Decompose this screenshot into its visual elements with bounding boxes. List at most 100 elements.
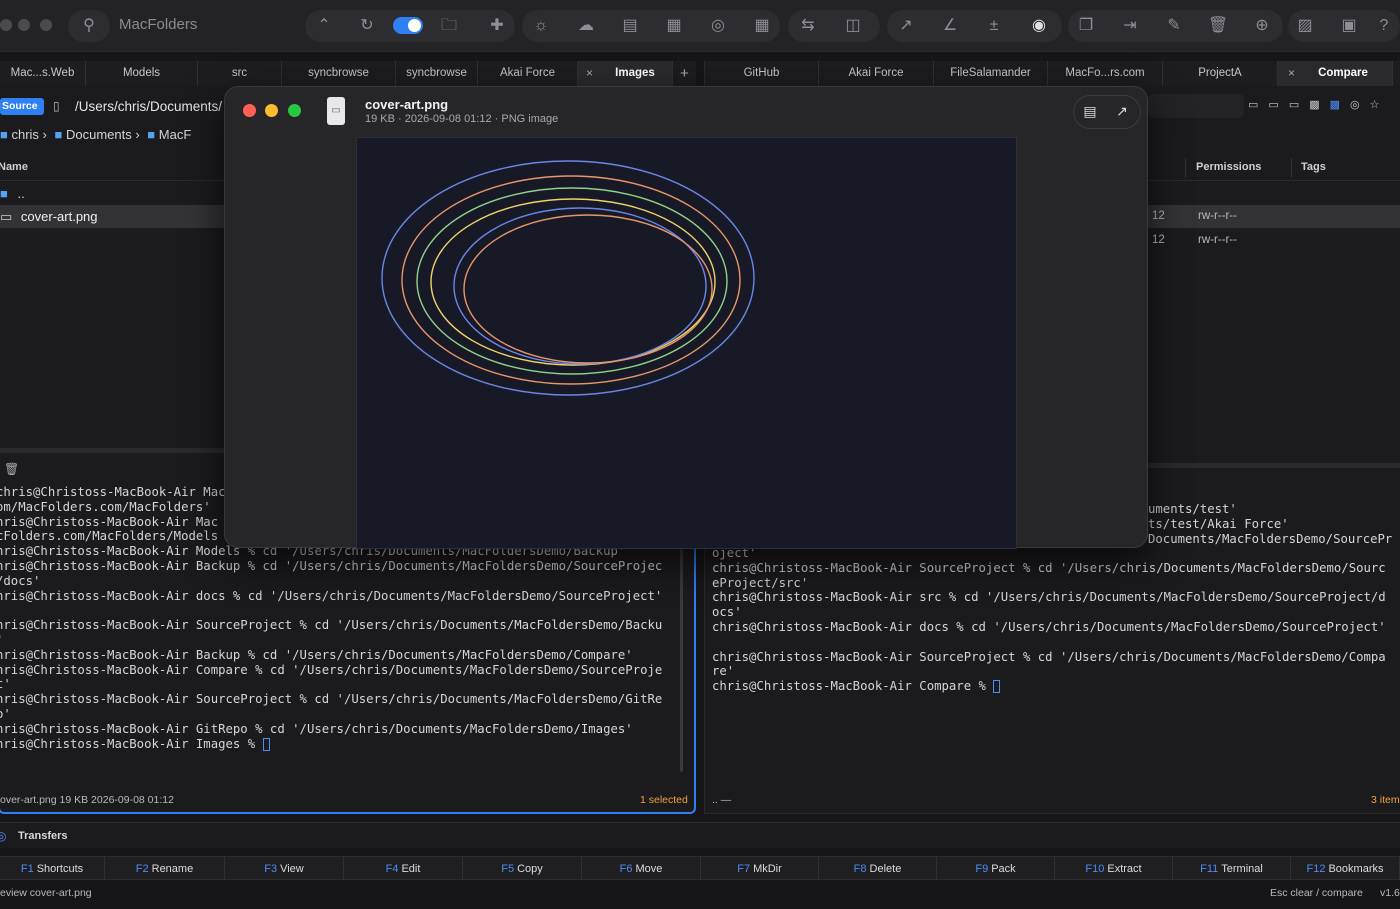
table-icon[interactable]: ▦ <box>748 12 776 40</box>
app-title: MacFolders <box>119 16 198 33</box>
star-icon[interactable]: ☆ <box>1370 99 1390 111</box>
zip-icon[interactable]: ▨ <box>1291 12 1319 40</box>
right-path-field[interactable] <box>1148 94 1244 118</box>
right-terminal-body[interactable]: oject' chris@Christoss-MacBook-Air Sourc… <box>712 546 1400 702</box>
terminal-icon[interactable]: ▭ <box>1289 99 1309 111</box>
edit-icon[interactable]: ∠ <box>936 12 964 40</box>
up-icon[interactable]: ⌃ <box>310 12 338 40</box>
refresh-icon[interactable]: ↻ <box>353 12 381 40</box>
column-permissions-header[interactable]: Permissions <box>1196 161 1261 173</box>
fkey-code: F5 <box>501 863 515 875</box>
tab-github[interactable]: GitHub <box>705 61 819 86</box>
tab-akai-force[interactable]: Akai Force <box>478 61 578 86</box>
add-tab-icon[interactable]: + <box>680 61 689 86</box>
tab-filesalamander[interactable]: FileSalamander <box>934 61 1048 86</box>
fkey-rename[interactable]: F2 Rename <box>105 857 225 881</box>
tab-macfolders-com[interactable]: MacFo...rs.com <box>1048 61 1163 86</box>
window-zoom-button[interactable] <box>40 19 52 31</box>
bookmark-icon[interactable]: ▯ <box>53 99 60 113</box>
ql-minimize-button[interactable] <box>265 104 278 117</box>
folder-icon[interactable]: ▭ <box>1248 99 1268 111</box>
column-divider <box>1185 158 1186 178</box>
status-preview-text: eview cover-art.png <box>0 887 92 899</box>
tab-akai-force[interactable]: Akai Force <box>819 61 934 86</box>
open-external-icon[interactable]: ↗ <box>892 12 920 40</box>
tab-macweb[interactable]: Mac...s.Web <box>0 61 86 86</box>
move-icon[interactable]: ⇥ <box>1116 12 1144 40</box>
fkey-delete[interactable]: F8 Delete <box>819 857 937 881</box>
column-tags-header[interactable]: Tags <box>1301 161 1326 173</box>
image-preview <box>356 137 1017 549</box>
cloud-icon[interactable]: ☁ <box>572 12 600 40</box>
document-icon[interactable]: ▤ <box>616 12 644 40</box>
sync-icon[interactable]: ◎ <box>704 12 732 40</box>
terminal-output: uments/test' ts/test/Akai Force' Documen… <box>1148 502 1393 546</box>
fkey-copy[interactable]: F5 Copy <box>463 857 582 881</box>
splitter[interactable] <box>0 448 224 453</box>
transfers-bar[interactable]: ◎ Transfers <box>0 822 1400 848</box>
new-folder-icon[interactable]: ✚ <box>483 12 511 40</box>
tab-projecta[interactable]: ProjectA <box>1163 61 1278 86</box>
tab-syncbrowse-2[interactable]: syncbrowse <box>396 61 478 86</box>
fkey-pack[interactable]: F9 Pack <box>937 857 1055 881</box>
eye-icon[interactable]: ◉ <box>1025 12 1053 40</box>
tab-src[interactable]: src <box>198 61 282 86</box>
list-item-cover-art[interactable]: ▭ cover-art.png <box>0 205 224 228</box>
breadcrumb-chris[interactable]: chris <box>11 127 38 142</box>
folder-icon[interactable]: 🗀 <box>435 12 463 40</box>
ql-close-button[interactable] <box>243 104 256 117</box>
search-icon[interactable]: ⚲ <box>75 12 103 40</box>
copy-icon[interactable]: ❐ <box>1072 12 1100 40</box>
globe-icon[interactable]: ☼ <box>527 12 555 40</box>
open-with-preview-icon[interactable]: ▤ <box>1077 99 1103 125</box>
path-field[interactable]: /Users/chris/Documents/ <box>75 99 222 114</box>
fkey-extract[interactable]: F10 Extract <box>1055 857 1173 881</box>
fkey-view[interactable]: F3 View <box>225 857 344 881</box>
breadcrumb: ■ chris › ■ Documents › ■ MacF <box>0 127 192 142</box>
fkey-move[interactable]: F6 Move <box>582 857 701 881</box>
fkey-bookmarks[interactable]: F12 Bookmarks <box>1291 857 1400 881</box>
trash-icon[interactable]: 🗑 <box>4 462 19 476</box>
tab-compare[interactable]: × Compare <box>1278 61 1393 86</box>
fkey-terminal[interactable]: F11 Terminal <box>1173 857 1291 881</box>
list-item-parent[interactable]: ■ .. <box>0 186 25 201</box>
fkey-code: F1 <box>20 863 34 875</box>
ql-zoom-button[interactable] <box>288 104 301 117</box>
new-folder-icon[interactable]: ▭ <box>1268 99 1288 111</box>
rename-icon[interactable]: ✎ <box>1160 12 1188 40</box>
fkey-code: F6 <box>619 863 633 875</box>
table-row[interactable] <box>1148 205 1400 228</box>
diff-icon[interactable]: ± <box>980 12 1008 40</box>
tab-models[interactable]: Models <box>86 61 198 86</box>
tab-syncbrowse-1[interactable]: syncbrowse <box>282 61 396 86</box>
split-view-icon[interactable]: ◫ <box>839 12 867 40</box>
mail-icon[interactable]: ▩ <box>1309 99 1329 111</box>
fkey-mkdir[interactable]: F7 MkDir <box>701 857 819 881</box>
hidden-files-toggle[interactable] <box>393 17 423 34</box>
column-name-header[interactable]: Name <box>0 161 28 173</box>
fkey-code: F3 <box>264 863 278 875</box>
window-close-button[interactable] <box>0 19 12 31</box>
finder-icon[interactable]: ▩ <box>1330 99 1350 111</box>
swap-icon[interactable]: ⇆ <box>794 12 822 40</box>
fkey-shortcuts[interactable]: F1 Shortcuts <box>0 857 105 881</box>
script-icon[interactable]: ▦ <box>660 12 688 40</box>
fkey-code: F7 <box>737 863 751 875</box>
item-count: 3 item <box>1371 794 1400 806</box>
tab-images[interactable]: × Images <box>578 61 673 86</box>
share-icon[interactable]: ↗ <box>1109 99 1135 125</box>
help-icon[interactable]: ? <box>1370 12 1398 40</box>
folder-icon: ■ <box>54 127 63 142</box>
fkey-label: Shortcuts <box>36 863 84 875</box>
archive-icon[interactable]: ▣ <box>1335 12 1363 40</box>
fkey-edit[interactable]: F4 Edit <box>344 857 463 881</box>
breadcrumb-macfolders[interactable]: MacF <box>159 127 192 142</box>
window-minimize-button[interactable] <box>18 19 30 31</box>
breadcrumb-documents[interactable]: Documents <box>66 127 132 142</box>
globe-icon[interactable]: ◎ <box>1350 99 1370 111</box>
splitter[interactable] <box>1148 463 1400 468</box>
close-tab-icon[interactable]: × <box>586 61 593 86</box>
calculator-icon[interactable]: ⊕ <box>1248 12 1276 40</box>
close-tab-icon[interactable]: × <box>1288 61 1295 86</box>
trash-icon[interactable]: 🗑 <box>1204 12 1232 40</box>
